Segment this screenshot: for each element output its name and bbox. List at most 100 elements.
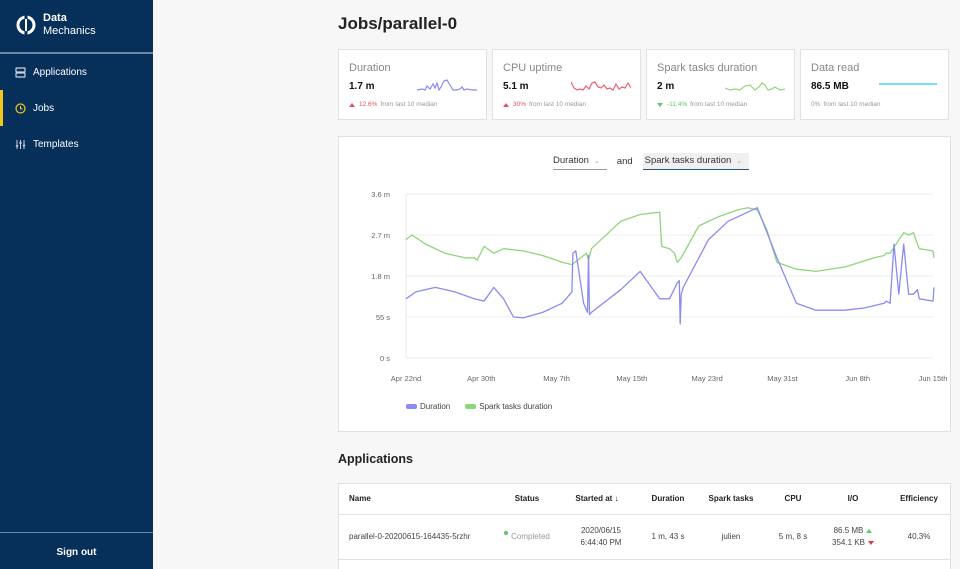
col-header-name[interactable]: Name: [349, 484, 469, 514]
card-value: 1.7 m: [349, 81, 375, 92]
x-tick-label: Apr 30th: [467, 374, 495, 383]
col-header-io[interactable]: I/O: [827, 484, 879, 514]
col-header-label: Started at: [575, 494, 613, 503]
col-header-cpu[interactable]: CPU: [769, 484, 817, 514]
started-date: 2020/06/15: [580, 526, 622, 535]
y-tick-label: 0 s: [380, 354, 390, 363]
clock-icon: [15, 102, 26, 114]
sparkline: [571, 81, 631, 91]
io-out: 354.1 KB: [832, 538, 865, 547]
delta-text: from last 10 median: [823, 101, 881, 108]
applications-heading: Applications: [338, 452, 414, 466]
card-value: 5.1 m: [503, 81, 529, 92]
x-tick-label: May 31st: [767, 374, 798, 383]
sort-desc-icon: ↓: [614, 494, 619, 503]
series-line-duration: [405, 207, 935, 325]
legend-label: Spark tasks duration: [479, 402, 553, 411]
table-header: Name Status Started at ↓ Duration Spark …: [339, 484, 950, 515]
sidebar-divider: [0, 532, 153, 533]
legend-label: Duration: [420, 402, 451, 411]
x-tick-label: May 7th: [543, 374, 570, 383]
delta-percent: 12.6%: [359, 101, 378, 108]
legend-swatch: [406, 404, 417, 409]
line-chart: 0 s 55 s 1.8 m 2.7 m 3.6 m Apr 22nd Apr 30th Ma…: [371, 190, 948, 383]
col-header-started-at[interactable]: Started at ↓: [567, 484, 627, 514]
data-mechanics-logo-icon: [16, 15, 36, 35]
sidebar-item-label: Templates: [33, 138, 79, 150]
sparkline: [879, 83, 937, 85]
trend-down-icon: [657, 102, 663, 107]
page-title: Jobs/parallel-0: [338, 14, 458, 33]
sliders-icon: [15, 139, 26, 150]
metric-card-duration[interactable]: Duration 1.7 m 12.6% from last 10 median: [338, 49, 487, 120]
sidebar-item-applications[interactable]: Applications: [0, 54, 153, 90]
cell-name[interactable]: parallel-0-20200615-164435-5rzhr: [349, 515, 499, 559]
col-header-status[interactable]: Status: [499, 484, 555, 514]
delta-percent: 30%: [513, 101, 527, 108]
metric-card-data-read[interactable]: Data read 86.5 MB 0% from last 10 median: [800, 49, 949, 120]
delta-text: from last 10 median: [529, 101, 587, 108]
sign-out-button[interactable]: Sign out: [0, 540, 153, 566]
col-header-duration[interactable]: Duration: [639, 484, 697, 514]
metric-card-spark-tasks-duration[interactable]: Spark tasks duration 2 m -11.4% from las…: [646, 49, 795, 120]
sidebar-nav: Applications Jobs Templates: [0, 54, 153, 162]
sidebar-item-label: Applications: [33, 66, 87, 78]
brand-line-2: Mechanics: [43, 25, 96, 37]
legend-swatch: [465, 404, 477, 409]
y-tick-label: 1.8 m: [371, 272, 390, 281]
cell-status: Completed: [499, 515, 555, 559]
logo[interactable]: Data Mechanics: [15, 12, 96, 38]
delta-percent: -11.4%: [667, 101, 688, 108]
sidebar-item-jobs[interactable]: Jobs: [0, 90, 153, 126]
legend-item-spark-tasks-duration[interactable]: Spark tasks duration: [465, 402, 552, 411]
applications-table: Name Status Started at ↓ Duration Spark …: [338, 483, 951, 569]
card-title: Duration: [349, 62, 391, 74]
card-value: 86.5 MB: [811, 81, 849, 92]
trend-up-icon: [503, 102, 509, 107]
legend-item-duration[interactable]: Duration: [406, 402, 450, 411]
status-dot-icon: [504, 531, 509, 535]
x-tick-label: Jun 15th: [919, 374, 948, 383]
col-header-efficiency[interactable]: Efficiency: [891, 484, 947, 514]
card-title: Spark tasks duration: [657, 62, 758, 74]
card-value: 2 m: [657, 81, 675, 92]
x-tick-label: Jun 8th: [845, 374, 870, 383]
sidebar: Data Mechanics Applications Jobs Templat…: [0, 0, 153, 569]
status-text: Completed: [511, 532, 550, 541]
chart-legend: Duration Spark tasks duration: [406, 402, 567, 411]
started-time: 6:44:40 PM: [580, 538, 622, 547]
delta-text: from last 10 median: [380, 101, 438, 108]
brand-line-1: Data: [43, 12, 67, 24]
arrow-up-icon: [866, 529, 873, 533]
x-tick-label: May 23rd: [692, 374, 723, 383]
cell-efficiency: 40.3%: [907, 532, 931, 541]
cell-started-at: 2020/06/15 6:44:40 PM: [567, 515, 635, 559]
table-row[interactable]: parallel-0-20200615-164435-5rzhr Complet…: [339, 515, 950, 560]
chart-panel: Duration ⌄ and Spark tasks duration ⌄ 0 …: [338, 136, 951, 432]
metric-cards: Duration 1.7 m 12.6% from last 10 median…: [338, 49, 949, 120]
col-header-spark-tasks[interactable]: Spark tasks: [701, 484, 761, 514]
metric-card-cpu-uptime[interactable]: CPU uptime 5.1 m 30% from last 10 median: [492, 49, 641, 120]
series-line-spark-tasks-duration: [405, 207, 935, 273]
io-in: 86.5 MB: [833, 526, 864, 535]
delta-percent: 0%: [811, 101, 821, 108]
trend-up-icon: [349, 102, 355, 107]
cell-io: 86.5 MB 354.1 KB: [827, 515, 879, 559]
cell-duration: 1 m, 43 s: [651, 532, 685, 541]
y-tick-label: 3.6 m: [371, 190, 390, 199]
sparkline: [417, 79, 477, 92]
y-tick-label: 55 s: [376, 313, 390, 322]
server-icon: [15, 66, 26, 78]
sidebar-item-label: Jobs: [33, 102, 55, 114]
x-tick-label: Apr 22nd: [391, 374, 421, 383]
sparkline: [725, 82, 785, 91]
y-tick-label: 2.7 m: [371, 231, 390, 240]
cell-spark-tasks: julien: [721, 532, 741, 541]
arrow-down-icon: [867, 541, 874, 545]
x-tick-label: May 15th: [616, 374, 647, 383]
card-title: Data read: [811, 62, 860, 74]
delta-text: from last 10 median: [690, 101, 748, 108]
cell-cpu: 5 m, 8 s: [778, 532, 808, 541]
sidebar-item-templates[interactable]: Templates: [0, 126, 153, 162]
card-title: CPU uptime: [503, 62, 563, 74]
